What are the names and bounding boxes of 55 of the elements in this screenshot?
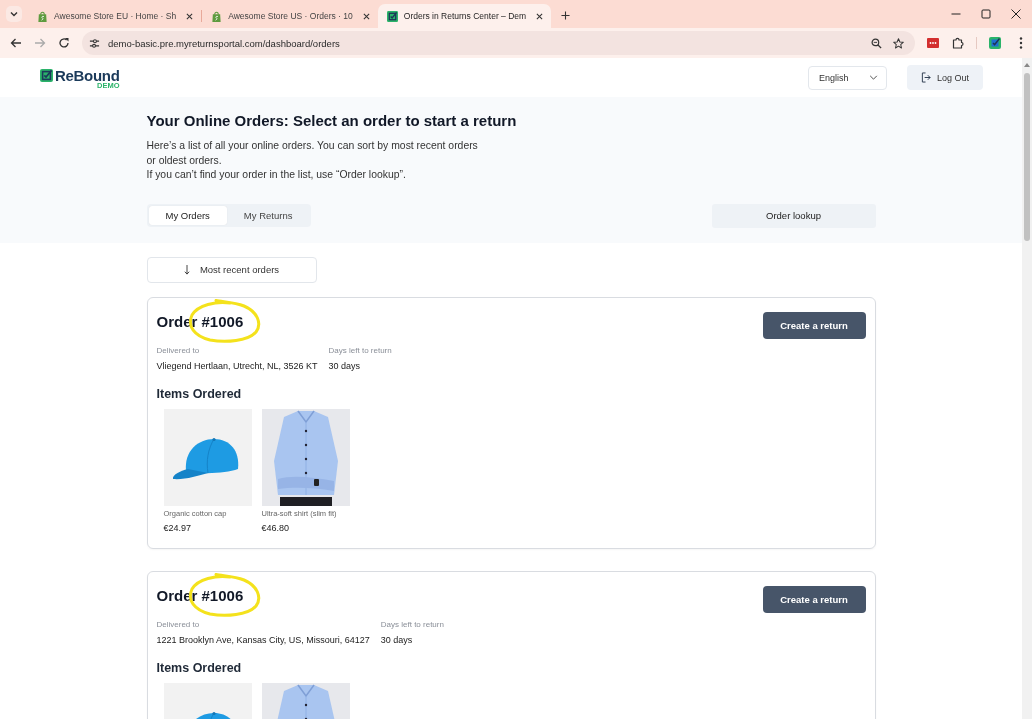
field-label: Days left to return	[380, 618, 444, 630]
field-label: Delivered to	[156, 618, 201, 630]
reload-icon[interactable]	[58, 37, 70, 49]
zoom-icon[interactable]	[871, 37, 882, 49]
field-label: Days left to return	[328, 344, 392, 356]
field-label: Delivered to	[156, 344, 201, 356]
arrow-down-icon	[183, 264, 190, 275]
tab[interactable]: My Orders	[148, 206, 227, 225]
product-price: €24.97	[163, 521, 193, 534]
section-title: Items Ordered	[156, 386, 243, 402]
page-title: Your Online Orders: Select an order to start a return	[146, 112, 518, 130]
close-tab-icon[interactable]	[362, 12, 370, 20]
product-price: €46.80	[261, 521, 291, 534]
logout-icon	[921, 72, 931, 83]
page-description: Here’s a list of all your online orders. You can sort by most recent orders or oldest orders.	[146, 139, 479, 168]
scrollbar[interactable]	[1022, 58, 1032, 719]
shopping-bag-icon	[211, 10, 223, 22]
url-text: demo-basic.pre.myreturnsportal.com/dashboard/orders	[108, 37, 340, 49]
browser-tab[interactable]: Orders in Returns Center – Dem	[377, 4, 552, 28]
puzzle-icon[interactable]	[952, 37, 964, 49]
order-lookup-button[interactable]: Order lookup	[711, 203, 876, 228]
log-out-button[interactable]: Log Out	[907, 65, 983, 90]
browser-tab[interactable]: Awesome Store EU · Home · Sh	[28, 4, 202, 28]
shopping-bag-icon	[37, 10, 48, 22]
close-tab-icon[interactable]	[186, 12, 194, 20]
more-menu-icon[interactable]	[1019, 37, 1023, 49]
create-return-button[interactable]: Create a return	[762, 311, 866, 339]
tab[interactable]: My Returns	[226, 206, 310, 225]
create-return-button[interactable]: Create a return	[762, 585, 866, 613]
logo-text: ReBound	[55, 67, 120, 83]
field-value: 30 days	[380, 633, 414, 646]
sort-button[interactable]: Most recent orders	[146, 256, 317, 283]
check-square-icon[interactable]	[989, 37, 1001, 49]
browser-tab[interactable]: Awesome Store US · Orders · 10	[202, 4, 378, 28]
scroll-up-icon[interactable]	[1024, 63, 1030, 67]
logo-icon	[40, 68, 53, 82]
check-square-icon	[386, 10, 398, 22]
language-select[interactable]: English	[808, 65, 887, 90]
page-hint: If you can’t find your order in the list, use “Order lookup”.	[146, 168, 407, 182]
section-title: Items Ordered	[156, 660, 243, 676]
chevron-down-icon	[869, 75, 878, 80]
address-field[interactable]: demo-basic.pre.myreturnsportal.com/dashboard/orders	[82, 31, 915, 55]
scrollbar-thumb[interactable]	[1024, 73, 1030, 241]
back-icon[interactable]	[10, 37, 22, 49]
close-window-icon[interactable]	[1011, 9, 1021, 19]
close-tab-icon[interactable]	[536, 12, 544, 20]
new-tab-icon[interactable]	[561, 11, 571, 20]
dots-extension-icon[interactable]	[927, 37, 939, 49]
tab-search-icon[interactable]	[6, 6, 22, 22]
maximize-icon[interactable]	[981, 9, 991, 19]
field-value: 1221 Brooklyn Ave, Kansas City, US, Missouri, 64127	[156, 633, 370, 646]
star-icon[interactable]	[893, 37, 904, 49]
field-value: 30 days	[328, 359, 362, 372]
site-info-icon[interactable]	[89, 37, 100, 49]
field-value: Vliegend Hertlaan, Utrecht, NL, 3526 KT	[156, 359, 318, 372]
